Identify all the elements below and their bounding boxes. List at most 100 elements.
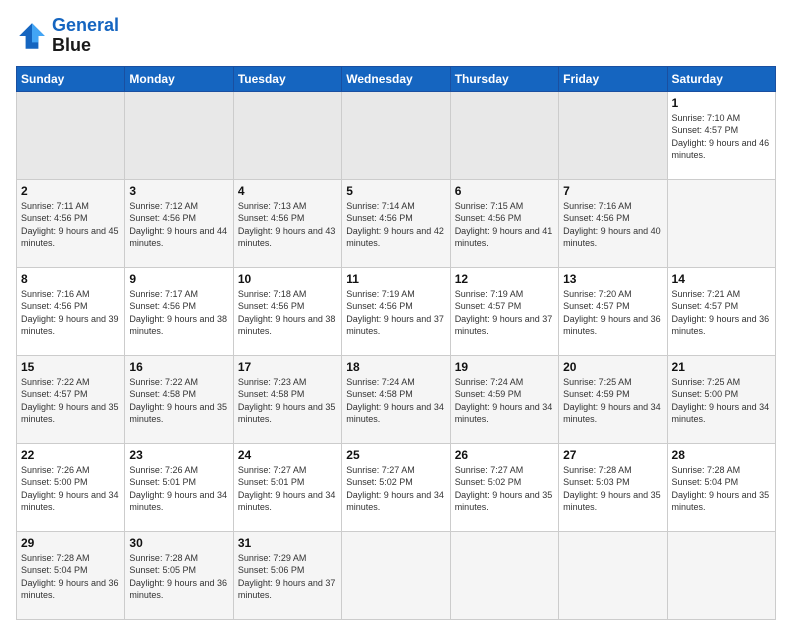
day-cell: 2 Sunrise: 7:11 AMSunset: 4:56 PMDayligh… [17, 179, 125, 267]
day-number: 6 [455, 184, 554, 198]
day-cell [17, 91, 125, 179]
day-info: Sunrise: 7:16 AMSunset: 4:56 PMDaylight:… [21, 288, 120, 338]
day-number: 29 [21, 536, 120, 550]
day-info: Sunrise: 7:15 AMSunset: 4:56 PMDaylight:… [455, 200, 554, 250]
day-cell [125, 91, 233, 179]
day-cell: 5 Sunrise: 7:14 AMSunset: 4:56 PMDayligh… [342, 179, 450, 267]
day-cell [342, 531, 450, 619]
day-number: 23 [129, 448, 228, 462]
day-cell: 17 Sunrise: 7:23 AMSunset: 4:58 PMDaylig… [233, 355, 341, 443]
day-number: 9 [129, 272, 228, 286]
day-cell: 15 Sunrise: 7:22 AMSunset: 4:57 PMDaylig… [17, 355, 125, 443]
day-cell: 25 Sunrise: 7:27 AMSunset: 5:02 PMDaylig… [342, 443, 450, 531]
week-row-5: 22 Sunrise: 7:26 AMSunset: 5:00 PMDaylig… [17, 443, 776, 531]
day-cell: 24 Sunrise: 7:27 AMSunset: 5:01 PMDaylig… [233, 443, 341, 531]
day-cell: 6 Sunrise: 7:15 AMSunset: 4:56 PMDayligh… [450, 179, 558, 267]
day-cell: 28 Sunrise: 7:28 AMSunset: 5:04 PMDaylig… [667, 443, 775, 531]
col-wednesday: Wednesday [342, 66, 450, 91]
day-number: 4 [238, 184, 337, 198]
day-info: Sunrise: 7:16 AMSunset: 4:56 PMDaylight:… [563, 200, 662, 250]
day-info: Sunrise: 7:17 AMSunset: 4:56 PMDaylight:… [129, 288, 228, 338]
col-thursday: Thursday [450, 66, 558, 91]
day-info: Sunrise: 7:26 AMSunset: 5:00 PMDaylight:… [21, 464, 120, 514]
day-number: 5 [346, 184, 445, 198]
day-number: 26 [455, 448, 554, 462]
logo-text: General Blue [52, 16, 119, 56]
day-info: Sunrise: 7:22 AMSunset: 4:58 PMDaylight:… [129, 376, 228, 426]
day-info: Sunrise: 7:14 AMSunset: 4:56 PMDaylight:… [346, 200, 445, 250]
day-cell [559, 91, 667, 179]
week-row-6: 29 Sunrise: 7:28 AMSunset: 5:04 PMDaylig… [17, 531, 776, 619]
logo: General Blue [16, 16, 119, 56]
day-info: Sunrise: 7:21 AMSunset: 4:57 PMDaylight:… [672, 288, 771, 338]
day-info: Sunrise: 7:13 AMSunset: 4:56 PMDaylight:… [238, 200, 337, 250]
day-cell [559, 531, 667, 619]
day-cell [342, 91, 450, 179]
day-number: 7 [563, 184, 662, 198]
day-cell: 31 Sunrise: 7:29 AMSunset: 5:06 PMDaylig… [233, 531, 341, 619]
day-cell: 1 Sunrise: 7:10 AMSunset: 4:57 PMDayligh… [667, 91, 775, 179]
day-number: 25 [346, 448, 445, 462]
day-info: Sunrise: 7:24 AMSunset: 4:59 PMDaylight:… [455, 376, 554, 426]
day-cell: 30 Sunrise: 7:28 AMSunset: 5:05 PMDaylig… [125, 531, 233, 619]
day-info: Sunrise: 7:19 AMSunset: 4:56 PMDaylight:… [346, 288, 445, 338]
day-cell [667, 531, 775, 619]
week-row-2: 2 Sunrise: 7:11 AMSunset: 4:56 PMDayligh… [17, 179, 776, 267]
day-info: Sunrise: 7:19 AMSunset: 4:57 PMDaylight:… [455, 288, 554, 338]
day-info: Sunrise: 7:24 AMSunset: 4:58 PMDaylight:… [346, 376, 445, 426]
day-number: 31 [238, 536, 337, 550]
day-cell: 11 Sunrise: 7:19 AMSunset: 4:56 PMDaylig… [342, 267, 450, 355]
day-number: 24 [238, 448, 337, 462]
day-cell: 21 Sunrise: 7:25 AMSunset: 5:00 PMDaylig… [667, 355, 775, 443]
day-number: 18 [346, 360, 445, 374]
day-cell: 18 Sunrise: 7:24 AMSunset: 4:58 PMDaylig… [342, 355, 450, 443]
day-info: Sunrise: 7:25 AMSunset: 4:59 PMDaylight:… [563, 376, 662, 426]
header: General Blue [16, 16, 776, 56]
day-cell: 12 Sunrise: 7:19 AMSunset: 4:57 PMDaylig… [450, 267, 558, 355]
day-number: 20 [563, 360, 662, 374]
day-cell [450, 531, 558, 619]
calendar-body: 1 Sunrise: 7:10 AMSunset: 4:57 PMDayligh… [17, 91, 776, 619]
day-cell: 10 Sunrise: 7:18 AMSunset: 4:56 PMDaylig… [233, 267, 341, 355]
day-cell: 16 Sunrise: 7:22 AMSunset: 4:58 PMDaylig… [125, 355, 233, 443]
day-info: Sunrise: 7:27 AMSunset: 5:02 PMDaylight:… [455, 464, 554, 514]
day-info: Sunrise: 7:25 AMSunset: 5:00 PMDaylight:… [672, 376, 771, 426]
day-cell [233, 91, 341, 179]
day-number: 3 [129, 184, 228, 198]
day-cell [667, 179, 775, 267]
week-row-3: 8 Sunrise: 7:16 AMSunset: 4:56 PMDayligh… [17, 267, 776, 355]
logo-icon [16, 20, 48, 52]
day-cell: 19 Sunrise: 7:24 AMSunset: 4:59 PMDaylig… [450, 355, 558, 443]
day-info: Sunrise: 7:28 AMSunset: 5:04 PMDaylight:… [672, 464, 771, 514]
day-cell: 4 Sunrise: 7:13 AMSunset: 4:56 PMDayligh… [233, 179, 341, 267]
day-cell: 9 Sunrise: 7:17 AMSunset: 4:56 PMDayligh… [125, 267, 233, 355]
weekday-header-row: Sunday Monday Tuesday Wednesday Thursday… [17, 66, 776, 91]
day-number: 11 [346, 272, 445, 286]
col-friday: Friday [559, 66, 667, 91]
week-row-1: 1 Sunrise: 7:10 AMSunset: 4:57 PMDayligh… [17, 91, 776, 179]
day-number: 10 [238, 272, 337, 286]
day-number: 12 [455, 272, 554, 286]
day-cell: 22 Sunrise: 7:26 AMSunset: 5:00 PMDaylig… [17, 443, 125, 531]
day-cell: 7 Sunrise: 7:16 AMSunset: 4:56 PMDayligh… [559, 179, 667, 267]
day-info: Sunrise: 7:18 AMSunset: 4:56 PMDaylight:… [238, 288, 337, 338]
day-cell: 20 Sunrise: 7:25 AMSunset: 4:59 PMDaylig… [559, 355, 667, 443]
day-number: 14 [672, 272, 771, 286]
day-number: 27 [563, 448, 662, 462]
day-number: 19 [455, 360, 554, 374]
calendar-table: Sunday Monday Tuesday Wednesday Thursday… [16, 66, 776, 620]
day-info: Sunrise: 7:27 AMSunset: 5:02 PMDaylight:… [346, 464, 445, 514]
page: General Blue Sunday Monday Tuesday Wedne… [0, 0, 792, 612]
day-info: Sunrise: 7:26 AMSunset: 5:01 PMDaylight:… [129, 464, 228, 514]
day-info: Sunrise: 7:11 AMSunset: 4:56 PMDaylight:… [21, 200, 120, 250]
day-info: Sunrise: 7:22 AMSunset: 4:57 PMDaylight:… [21, 376, 120, 426]
day-number: 13 [563, 272, 662, 286]
day-number: 21 [672, 360, 771, 374]
day-number: 16 [129, 360, 228, 374]
day-number: 22 [21, 448, 120, 462]
day-info: Sunrise: 7:28 AMSunset: 5:03 PMDaylight:… [563, 464, 662, 514]
day-number: 28 [672, 448, 771, 462]
day-number: 30 [129, 536, 228, 550]
day-info: Sunrise: 7:23 AMSunset: 4:58 PMDaylight:… [238, 376, 337, 426]
day-info: Sunrise: 7:20 AMSunset: 4:57 PMDaylight:… [563, 288, 662, 338]
